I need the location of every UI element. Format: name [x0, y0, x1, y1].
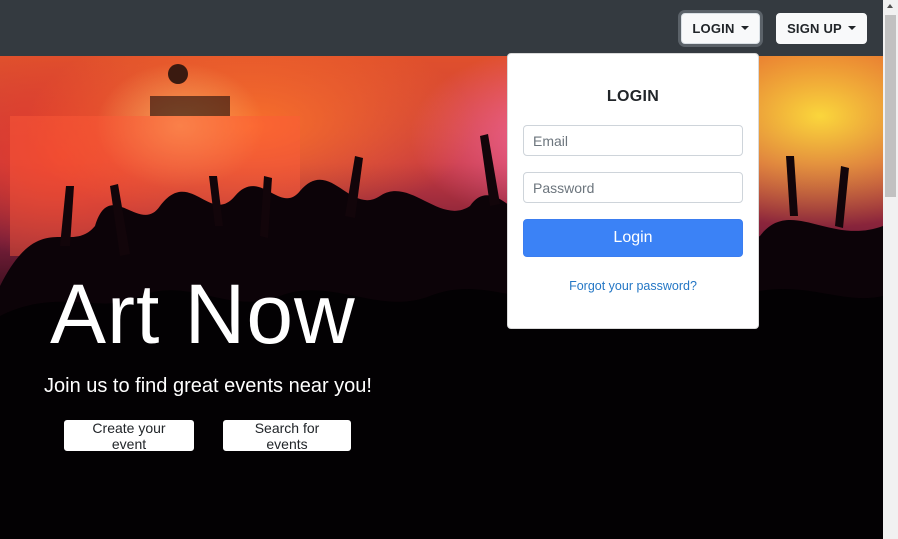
caret-down-icon — [847, 25, 856, 30]
hero-subtitle: Join us to find great events near you! — [44, 375, 372, 397]
create-event-button[interactable]: Create your event — [64, 420, 194, 452]
login-dropdown-button[interactable]: LOGIN — [681, 13, 760, 44]
password-input[interactable] — [523, 172, 743, 203]
forgot-password-link[interactable]: Forgot your password? — [508, 279, 758, 293]
top-navbar: LOGIN SIGN UP — [0, 0, 883, 56]
signup-dropdown-button[interactable]: SIGN UP — [776, 13, 867, 44]
login-dropdown-panel: LOGIN Login Forgot your password? — [507, 53, 759, 329]
caret-down-icon — [740, 25, 749, 30]
scroll-up-arrow-icon[interactable] — [887, 4, 893, 8]
login-button-label: LOGIN — [692, 21, 735, 36]
hero-title: Art Now — [50, 267, 356, 361]
search-events-button[interactable]: Search for events — [223, 420, 351, 452]
email-input[interactable] — [523, 125, 743, 156]
vertical-scrollbar[interactable] — [883, 0, 898, 539]
login-submit-button[interactable]: Login — [523, 219, 743, 257]
login-panel-title: LOGIN — [606, 88, 660, 105]
scrollbar-thumb[interactable] — [885, 15, 896, 197]
signup-button-label: SIGN UP — [787, 21, 842, 36]
